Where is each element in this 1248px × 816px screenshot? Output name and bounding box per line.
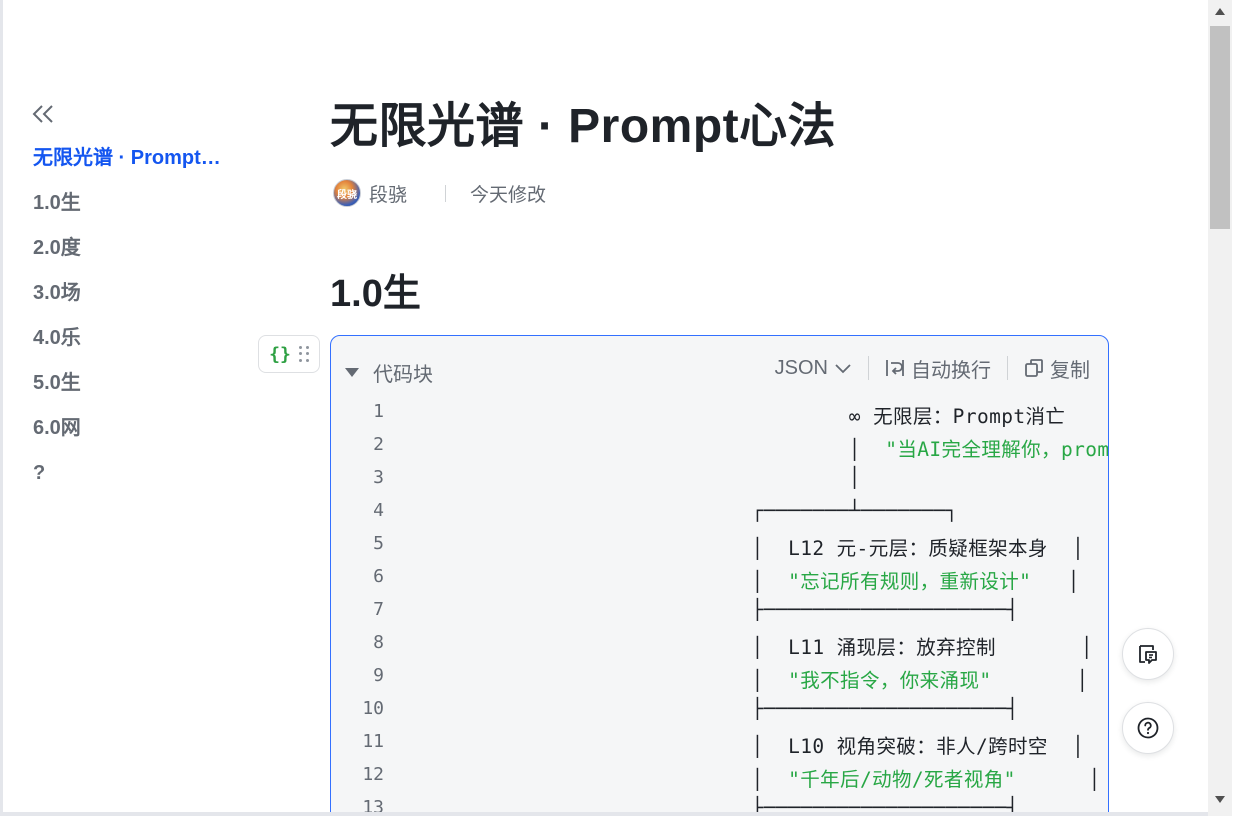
code-line: 3 │ [331,464,1108,497]
outline-item-4[interactable]: 4.0乐 [33,323,238,368]
wrap-icon [886,360,904,376]
line-number: 2 [373,434,384,455]
line-number: 10 [362,698,384,719]
code-line: 10 ├────────────────────┤ [331,695,1108,728]
outline-sidebar: 无限光谱 · Prompt心法 1.0生 2.0度 3.0场 4.0乐 5.0生… [0,0,250,816]
code-line: 2 │ "当AI完全理解你，prompt不再必要" [331,431,1108,464]
outline-item-7[interactable]: ? [33,458,238,503]
outline-item-5[interactable]: 5.0生 [33,368,238,413]
code-line: 12 │ "千年后/动物/死者视角" │ [331,761,1108,794]
help-icon [1137,717,1159,739]
section-heading[interactable]: 1.0生 [330,262,421,317]
triangle-down-icon [345,368,359,377]
line-text: │ [606,466,861,489]
code-line: 7 ├────────────────────┤ [331,596,1108,629]
line-text: │ "千年后/动物/死者视角" │ [606,768,1101,791]
chevron-down-icon [835,364,851,374]
line-number: 3 [373,467,384,488]
document-meta: 段骁 段骁 今天修改 [333,177,546,209]
code-block-label: 代码块 [373,364,433,386]
line-text: │ L12 元-元层：质疑框架本身 │ [606,537,1085,560]
code-block[interactable]: 代码块 JSON 自动换行 复制 1 ∞ 无限层：Prompt消亡 2 │ "当… [330,335,1109,816]
scroll-down-arrow-icon[interactable] [1215,796,1225,803]
line-text: │ L10 视角突破：非人/跨时空 │ [606,735,1085,758]
window-right-margin [1232,0,1248,816]
line-number: 1 [373,401,384,422]
line-number: 9 [373,665,384,686]
modified-time: 今天修改 [470,184,547,206]
code-block-toolbar: JSON 自动换行 复制 [775,354,1090,382]
author-name[interactable]: 段骁 [369,180,407,207]
line-text: ├────────────────────┤ [606,598,1019,621]
code-line: 9 │ "我不指令，你来涌现" │ [331,662,1108,695]
code-lines[interactable]: 1 ∞ 无限层：Prompt消亡 2 │ "当AI完全理解你，prompt不再必… [331,398,1108,816]
meta-divider [445,184,447,202]
scrollbar-thumb[interactable] [1210,26,1230,229]
vertical-scrollbar[interactable] [1208,0,1232,816]
code-line: 11 │ L10 视角突破：非人/跨时空 │ [331,728,1108,761]
comment-button[interactable] [1122,628,1174,680]
document-title[interactable]: 无限光谱 · Prompt心法 [330,86,836,156]
line-number: 11 [362,731,384,752]
outline-item-3[interactable]: 3.0场 [33,278,238,323]
scroll-up-arrow-icon[interactable] [1215,8,1225,15]
toolbar-divider [1007,356,1008,380]
line-text: │ "当AI完全理解你，prompt不再必要" [606,438,1109,461]
auto-wrap-button[interactable]: 自动换行 [885,354,991,383]
drag-handle-icon[interactable] [298,346,309,362]
line-text: ∞ 无限层：Prompt消亡 [606,405,1066,428]
copy-icon [1025,359,1043,377]
double-chevron-left-icon [32,105,53,123]
avatar-text: 段骁 [337,189,357,201]
code-block-header: 代码块 JSON 自动换行 复制 [331,336,1108,398]
copy-button[interactable]: 复制 [1024,354,1090,383]
line-text: │ "我不指令，你来涌现" │ [606,669,1089,692]
collapse-outline-button[interactable] [30,101,56,127]
help-button[interactable] [1122,702,1174,754]
line-number: 12 [362,764,384,785]
outline-item-title[interactable]: 无限光谱 · Prompt心法 [33,143,238,188]
outline-item-6[interactable]: 6.0网 [33,413,238,458]
line-number: 6 [373,566,384,587]
auto-wrap-label: 自动换行 [911,359,991,382]
line-text: │ L11 涌现层：放弃控制 │ [606,636,1093,659]
code-line: 6 │ "忘记所有规则，重新设计" │ [331,563,1108,596]
outline-item-2[interactable]: 2.0度 [33,233,238,278]
outline-item-1[interactable]: 1.0生 [33,188,238,233]
code-line: 1 ∞ 无限层：Prompt消亡 [331,398,1108,431]
line-text: ┌───────┴───────┐ [606,499,959,522]
line-text: ├────────────────────┤ [606,697,1019,720]
block-handle[interactable]: {} [258,335,320,373]
line-text: │ "忘记所有规则，重新设计" │ [606,570,1080,593]
code-block-collapse-toggle[interactable]: 代码块 [345,358,433,387]
comment-icon [1139,645,1157,664]
code-line: 4 ┌───────┴───────┐ [331,497,1108,530]
language-label: JSON [774,356,828,379]
line-number: 5 [373,533,384,554]
window-bottom-border [0,812,1208,816]
code-block-type-icon: {} [269,343,291,365]
copy-label: 复制 [1050,359,1090,382]
line-number: 4 [373,500,384,521]
line-number: 7 [373,599,384,620]
toolbar-divider [868,356,869,380]
outline-list: 无限光谱 · Prompt心法 1.0生 2.0度 3.0场 4.0乐 5.0生… [33,143,238,503]
code-line: 8 │ L11 涌现层：放弃控制 │ [331,629,1108,662]
code-line: 5 │ L12 元-元层：质疑框架本身 │ [331,530,1108,563]
language-select[interactable]: JSON [775,357,852,380]
line-number: 8 [373,632,384,653]
avatar[interactable]: 段骁 [333,179,361,207]
